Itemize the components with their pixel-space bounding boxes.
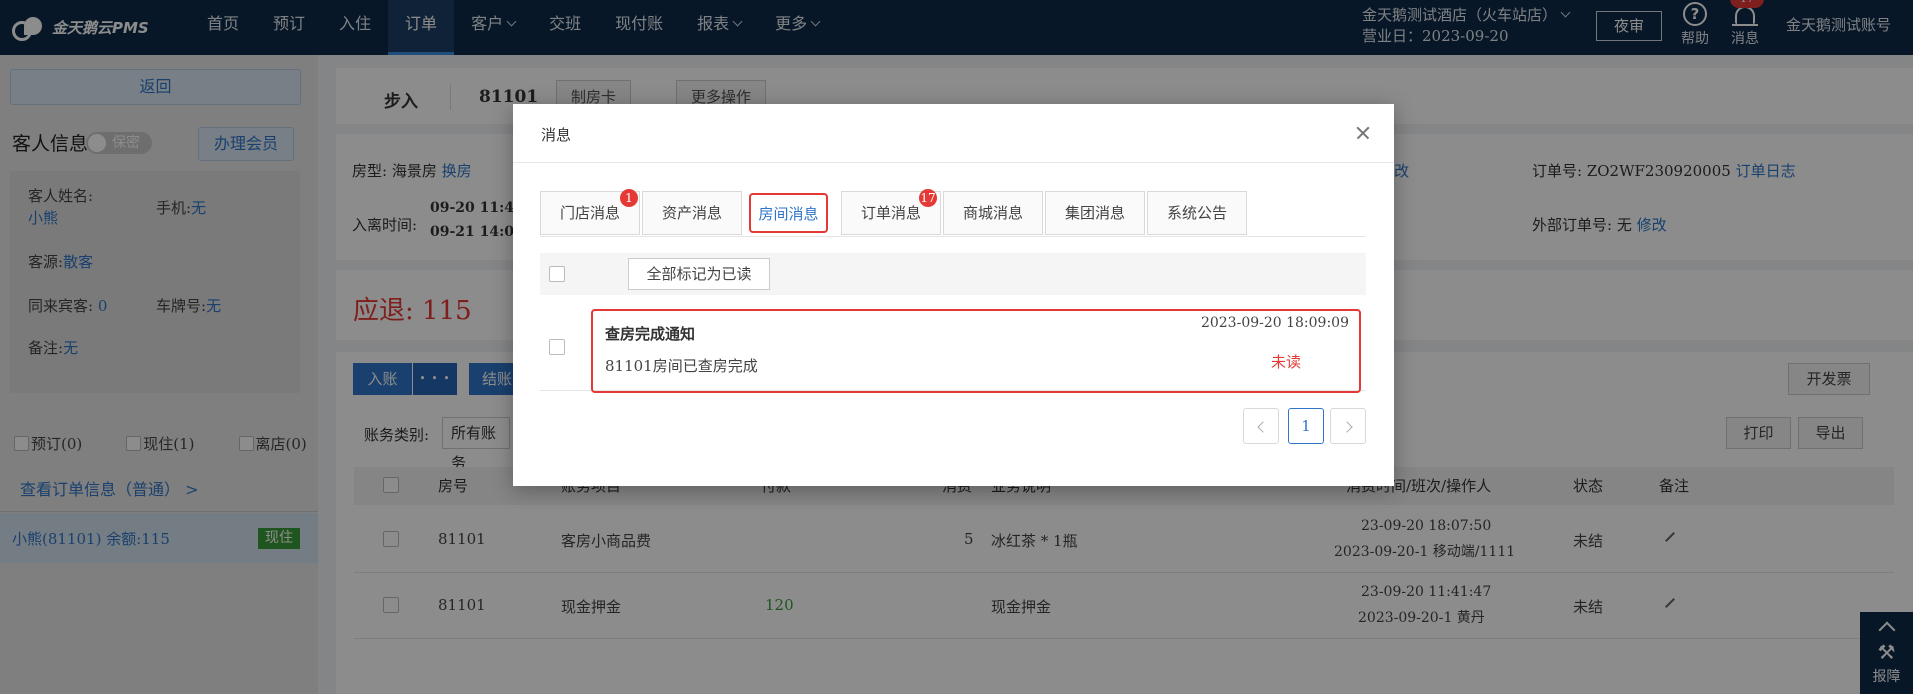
tab-group-messages[interactable]: 集团消息 — [1045, 191, 1145, 235]
row-checkbox[interactable] — [549, 339, 565, 355]
tab-room-messages[interactable]: 房间消息 — [749, 193, 828, 233]
message-title: 查房完成通知 — [605, 325, 696, 343]
tab-badge: 1 — [620, 189, 638, 207]
message-list-header: 全部标记为已读 — [540, 253, 1366, 295]
page-button[interactable]: 1 — [1288, 408, 1324, 444]
message-tabs: 门店消息 1 资产消息 房间消息 订单消息 17 商城消息 集团消息 系统公告 — [540, 189, 1366, 237]
select-all-checkbox[interactable] — [549, 266, 565, 282]
chevron-left-icon — [1256, 421, 1269, 433]
mark-all-read-button[interactable]: 全部标记为已读 — [628, 258, 770, 290]
message-card[interactable]: 查房完成通知 81101房间已查房完成 2023-09-20 18:09:09 … — [591, 309, 1361, 393]
tab-badge: 17 — [919, 189, 937, 207]
prev-page-button[interactable] — [1243, 408, 1279, 444]
next-page-button[interactable] — [1330, 408, 1366, 444]
tab-asset-messages[interactable]: 资产消息 — [642, 191, 742, 235]
tab-system-announcements[interactable]: 系统公告 — [1147, 191, 1247, 235]
dialog-title: 消息 — [541, 126, 572, 144]
messages-dialog: 消息 门店消息 1 资产消息 房间消息 订单消息 17 商城消息 集团消息 系统… — [513, 104, 1394, 486]
list-item[interactable]: 查房完成通知 81101房间已查房完成 2023-09-20 18:09:09 … — [540, 305, 1366, 393]
chevron-right-icon — [1340, 421, 1353, 433]
message-body: 81101房间已查房完成 — [605, 357, 758, 375]
dialog-header: 消息 — [513, 104, 1394, 163]
message-status: 未读 — [1271, 353, 1302, 371]
tab-mall-messages[interactable]: 商城消息 — [943, 191, 1043, 235]
message-time: 2023-09-20 18:09:09 — [1200, 315, 1349, 331]
close-icon[interactable] — [1351, 121, 1375, 145]
